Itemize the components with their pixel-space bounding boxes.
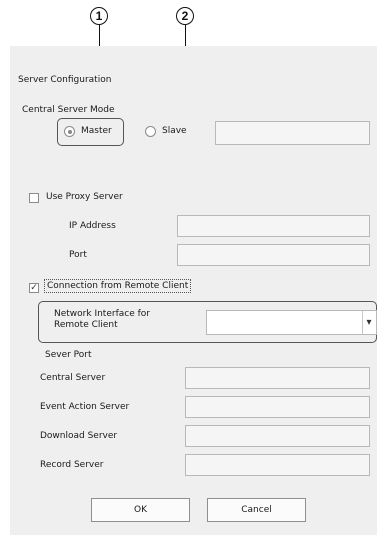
use-proxy-label[interactable]: Use Proxy Server bbox=[46, 192, 123, 202]
ok-button[interactable]: OK bbox=[91, 498, 190, 522]
slave-radio[interactable] bbox=[145, 126, 156, 137]
slave-radio-label[interactable]: Slave bbox=[162, 126, 187, 136]
event-action-server-port-input[interactable] bbox=[185, 396, 370, 418]
proxy-ip-input[interactable] bbox=[177, 215, 370, 237]
slave-address-input[interactable] bbox=[215, 121, 370, 145]
proxy-port-input[interactable] bbox=[177, 244, 370, 266]
network-interface-label-line1: Network Interface for bbox=[54, 309, 150, 319]
record-server-port-input[interactable] bbox=[185, 454, 370, 476]
section-title: Server Configuration bbox=[18, 75, 112, 85]
download-server-port-input[interactable] bbox=[185, 425, 370, 447]
proxy-ip-label: IP Address bbox=[69, 221, 116, 231]
server-port-heading: Sever Port bbox=[45, 350, 92, 360]
use-proxy-checkbox[interactable] bbox=[29, 193, 39, 203]
event-action-server-port-label: Event Action Server bbox=[40, 402, 130, 412]
record-server-port-label: Record Server bbox=[40, 460, 104, 470]
cancel-button[interactable]: Cancel bbox=[207, 498, 306, 522]
central-server-port-input[interactable] bbox=[185, 367, 370, 389]
network-interface-select[interactable] bbox=[206, 310, 377, 335]
callout-1-number: 1 bbox=[95, 9, 103, 23]
master-radio[interactable] bbox=[64, 126, 75, 137]
master-radio-label[interactable]: Master bbox=[81, 126, 112, 136]
radio-selected-dot bbox=[67, 129, 72, 134]
central-server-mode-label: Central Server Mode bbox=[22, 105, 115, 115]
callout-1-marker: 1 bbox=[90, 7, 108, 25]
proxy-port-label: Port bbox=[69, 250, 87, 260]
central-server-port-label: Central Server bbox=[40, 373, 106, 383]
connection-from-remote-label[interactable]: Connection from Remote Client bbox=[44, 279, 192, 293]
network-interface-label-line2: Remote Client bbox=[54, 320, 118, 330]
chevron-down-icon[interactable]: ▾ bbox=[362, 311, 375, 334]
download-server-port-label: Download Server bbox=[40, 431, 118, 441]
checkmark-icon: ✓ bbox=[30, 283, 38, 293]
connection-from-remote-checkbox[interactable]: ✓ bbox=[29, 283, 39, 293]
callout-2-marker: 2 bbox=[176, 7, 194, 25]
callout-2-number: 2 bbox=[181, 9, 189, 23]
